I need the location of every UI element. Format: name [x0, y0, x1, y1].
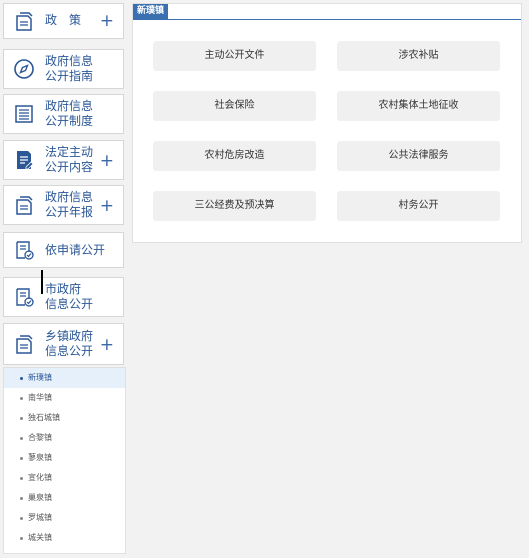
town-label: 宣化镇	[28, 473, 52, 482]
town-label: 城关镇	[28, 533, 52, 542]
town-label: 巢泉镇	[28, 493, 52, 502]
town-label: 合黎镇	[28, 433, 52, 442]
file-stack-icon	[13, 194, 35, 216]
bullet-icon	[20, 437, 23, 440]
town-item[interactable]: 蓼泉镇	[4, 448, 125, 468]
category-button[interactable]: 公共法律服务	[337, 141, 500, 171]
expand-plus-icon[interactable]: +	[100, 337, 114, 354]
bullet-icon	[20, 537, 23, 540]
bullet-icon	[20, 397, 23, 400]
compass-icon	[13, 58, 35, 80]
sidebar-item-label: 市政府 信息公开	[45, 282, 94, 311]
checked-document-icon	[13, 286, 35, 308]
expand-plus-icon[interactable]: +	[100, 198, 114, 215]
town-list: 新璞镇 南华镇 独石城镇 合黎镇 蓼泉镇 宣化镇 巢泉镇 罗城镇 城关镇	[3, 367, 126, 554]
sidebar-item-label: 政府信息 公开年报	[45, 190, 94, 219]
town-label: 南华镇	[28, 393, 52, 402]
sidebar-item-annual-report[interactable]: 政府信息 公开年报 +	[3, 185, 124, 225]
sidebar-item-city-gov[interactable]: 市政府 信息公开	[3, 277, 124, 317]
panel-tab-title[interactable]: 新璞镇	[133, 4, 169, 19]
panel-divider	[133, 19, 521, 20]
sidebar-item-label: 政 策	[45, 13, 82, 27]
category-button[interactable]: 涉农补贴	[337, 41, 500, 71]
expand-plus-icon[interactable]: +	[100, 153, 114, 170]
category-button[interactable]: 农村集体土地征收	[337, 91, 500, 121]
bullet-icon	[20, 417, 23, 420]
category-button[interactable]: 主动公开文件	[153, 41, 316, 71]
town-item[interactable]: 宣化镇	[4, 468, 125, 488]
sidebar-item-policy[interactable]: 政 策 +	[3, 3, 124, 39]
checked-document-icon	[13, 239, 35, 261]
town-item[interactable]: 合黎镇	[4, 428, 125, 448]
town-item[interactable]: 独石城镇	[4, 408, 125, 428]
town-item-active[interactable]: 新璞镇	[4, 368, 125, 388]
sidebar-item-township-gov[interactable]: 乡镇政府 信息公开 +	[3, 323, 124, 365]
bullet-icon	[20, 457, 23, 460]
bullet-icon	[20, 377, 23, 380]
edit-document-icon	[13, 149, 35, 171]
sidebar-item-statutory[interactable]: 法定主动 公开内容 +	[3, 140, 124, 180]
sidebar-item-label: 乡镇政府 信息公开	[45, 329, 94, 358]
town-item[interactable]: 城关镇	[4, 528, 125, 548]
expand-plus-icon[interactable]: +	[100, 13, 114, 30]
category-button[interactable]: 村务公开	[337, 191, 500, 221]
sidebar-item-guide[interactable]: 政府信息 公开指南	[3, 49, 124, 89]
town-item[interactable]: 南华镇	[4, 388, 125, 408]
bullet-icon	[20, 477, 23, 480]
bullet-icon	[20, 517, 23, 520]
content-panel: 新璞镇 主动公开文件 涉农补贴 社会保险 农村集体土地征收 农村危房改造 公共法…	[132, 3, 522, 243]
sidebar-item-label: 政府信息 公开指南	[45, 54, 94, 83]
text-cursor	[41, 270, 43, 294]
sidebar-item-label: 依申请公开	[45, 243, 106, 257]
category-button[interactable]: 农村危房改造	[153, 141, 316, 171]
list-document-icon	[13, 103, 35, 125]
sidebar-item-label: 法定主动 公开内容	[45, 145, 94, 174]
bullet-icon	[20, 497, 23, 500]
file-stack-icon	[13, 10, 35, 32]
file-stack-icon	[13, 333, 35, 355]
sidebar-item-label: 政府信息 公开制度	[45, 99, 94, 128]
town-item[interactable]: 巢泉镇	[4, 488, 125, 508]
category-button[interactable]: 社会保险	[153, 91, 316, 121]
town-label: 独石城镇	[28, 413, 60, 422]
town-label: 新璞镇	[28, 373, 52, 382]
town-label: 蓼泉镇	[28, 453, 52, 462]
town-label: 罗城镇	[28, 513, 52, 522]
category-button[interactable]: 三公经费及预决算	[153, 191, 316, 221]
sidebar-item-on-request[interactable]: 依申请公开	[3, 232, 124, 268]
sidebar-item-system[interactable]: 政府信息 公开制度	[3, 94, 124, 134]
town-item[interactable]: 罗城镇	[4, 508, 125, 528]
